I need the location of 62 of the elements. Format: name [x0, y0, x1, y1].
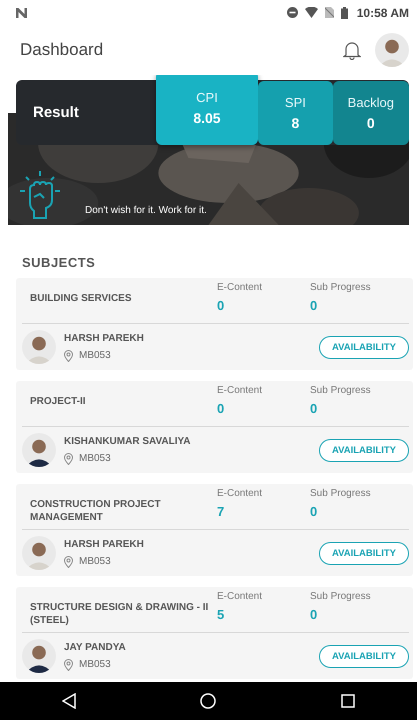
battery-icon [340, 6, 348, 18]
faculty-name: KISHANKUMAR SAVALIYA [64, 436, 192, 446]
metric-tile[interactable]: Backlog 0 [332, 80, 409, 144]
back-icon[interactable] [62, 693, 76, 709]
subject-title: PROJECT-II [29, 395, 87, 408]
subject-card[interactable]: CONSTRUCTION PROJECT MANAGEMENT E-Content 7 Sub Progress 0 HARSH PAREKH MB053 AVAILABILITY [16, 484, 413, 576]
avatar [22, 639, 56, 673]
room-code: MB053 [79, 350, 111, 361]
room-code: MB053 [79, 453, 111, 464]
motivational-quote: Don't wish for it. Work for it. [85, 205, 207, 216]
e-content-count: 0 [217, 401, 226, 416]
column-label: Sub Progress [310, 591, 372, 602]
location-pin-icon [64, 452, 73, 464]
subject-card[interactable]: BUILDING SERVICES E-Content 0 Sub Progress 0 HARSH PAREKH MB053 AVAILABILITY [16, 278, 413, 370]
result-label: Result [33, 104, 80, 121]
location-pin-icon [64, 556, 73, 568]
metric-tile[interactable]: SPI 8 [258, 80, 333, 144]
subject-card[interactable]: STRUCTURE DESIGN & DRAWING - II (STEEL) E-Content 5 Sub Progress 0 JAY PANDYA MB053 AVAILABILITY [16, 587, 413, 679]
wifi-icon [304, 7, 318, 18]
avatar [22, 433, 56, 467]
avatar [375, 33, 409, 67]
faculty-name: JAY PANDYA [64, 642, 127, 652]
sub-progress-value: 0 [310, 504, 318, 519]
avatar [22, 536, 56, 570]
subject-card[interactable]: PROJECT-II E-Content 0 Sub Progress 0 KISHANKUMAR SAVALIYA MB053 AVAILABILITY [16, 381, 413, 473]
room-code: MB053 [79, 659, 111, 670]
availability-button[interactable]: AVAILABILITY [318, 336, 409, 358]
e-content-count: 5 [217, 607, 226, 622]
column-label: E-Content [217, 385, 264, 396]
home-icon[interactable] [200, 693, 216, 709]
sub-progress-value: 0 [310, 401, 318, 416]
notification-bell-icon[interactable] [343, 40, 361, 60]
sub-progress-value: 0 [310, 607, 318, 622]
column-label: Sub Progress [310, 282, 372, 293]
column-label: E-Content [217, 591, 264, 602]
availability-button[interactable]: AVAILABILITY [318, 644, 409, 668]
column-label: E-Content [217, 282, 264, 293]
subject-title: BUILDING SERVICES [29, 292, 132, 305]
e-content-count: 0 [217, 298, 226, 313]
faculty-name: HARSH PAREKH [64, 538, 145, 550]
room-code: MB053 [79, 556, 111, 567]
subject-title: STRUCTURE DESIGN & DRAWING - II (STEEL) [29, 601, 210, 627]
metric-tile[interactable]: CPI 8.05 [156, 75, 258, 145]
e-content-count: 7 [217, 504, 226, 519]
page-title: Dashboard [20, 40, 104, 60]
app-notification-icon [16, 8, 27, 18]
clock: 10:58 AM [356, 6, 409, 20]
no-sim-icon [324, 7, 334, 18]
faculty-name: HARSH PAREKH [64, 332, 145, 344]
sub-progress-value: 0 [310, 298, 318, 313]
availability-button[interactable]: AVAILABILITY [318, 438, 409, 462]
subject-title: CONSTRUCTION PROJECT MANAGEMENT [29, 498, 162, 524]
recent-apps-icon[interactable] [340, 694, 355, 708]
column-label: Sub Progress [310, 385, 372, 396]
column-label: Sub Progress [310, 488, 372, 499]
location-pin-icon [64, 350, 73, 362]
location-pin-icon [64, 658, 73, 670]
do-not-disturb-icon [286, 7, 298, 18]
availability-button[interactable]: AVAILABILITY [318, 542, 409, 564]
section-heading: SUBJECTS [21, 254, 96, 272]
avatar [22, 330, 56, 364]
column-label: E-Content [217, 488, 264, 499]
